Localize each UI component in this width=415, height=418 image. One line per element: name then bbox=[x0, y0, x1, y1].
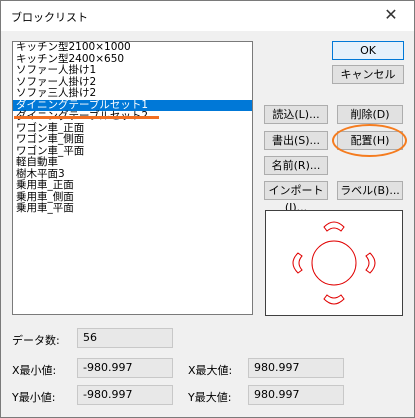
delete-button[interactable]: 削除(D) bbox=[337, 105, 403, 124]
write-button[interactable]: 書出(S)... bbox=[264, 131, 328, 150]
ymax-field: 980.997 bbox=[248, 385, 344, 405]
ok-button[interactable]: OK bbox=[332, 41, 404, 60]
dialog-title: ブロックリスト bbox=[11, 11, 88, 24]
list-item[interactable]: 乗用車_正面 bbox=[13, 179, 252, 192]
xmin-label: X最小値: bbox=[12, 364, 57, 377]
xmax-field: 980.997 bbox=[248, 358, 344, 378]
count-label: データ数: bbox=[12, 334, 60, 347]
count-field: 56 bbox=[77, 328, 173, 348]
title-bar: ブロックリスト ✕ bbox=[1, 1, 414, 31]
annotation-underline bbox=[14, 116, 159, 119]
rename-button[interactable]: 名前(R)... bbox=[264, 156, 328, 175]
ymin-field: -980.997 bbox=[77, 385, 173, 405]
xmin-field: -980.997 bbox=[77, 358, 173, 378]
xmax-label: X最大値: bbox=[188, 364, 233, 377]
close-icon[interactable]: ✕ bbox=[382, 6, 400, 24]
annotation-circle bbox=[332, 124, 407, 157]
block-list[interactable]: キッチン型2100×1000 キッチン型2400×650 ソファー人掛け1 ソファー人… bbox=[12, 41, 253, 315]
ymin-label: Y最小値: bbox=[12, 391, 56, 404]
cancel-button[interactable]: キャンセル bbox=[332, 65, 404, 84]
import-button[interactable]: インポート(I)... bbox=[264, 181, 328, 214]
block-list-dialog: ブロックリスト ✕ キッチン型2100×1000 キッチン型2400×650 ソファ… bbox=[0, 0, 415, 418]
list-item[interactable]: 軽自動車 bbox=[13, 156, 252, 169]
list-item[interactable]: ソファー人掛け1 bbox=[13, 64, 252, 77]
list-item[interactable]: ソファ三人掛け2 bbox=[13, 87, 252, 100]
list-item[interactable]: キッチン型2100×1000 bbox=[13, 42, 252, 54]
dining-set-preview-icon bbox=[292, 221, 376, 305]
ymax-label: Y最大値: bbox=[188, 391, 232, 404]
block-preview bbox=[265, 210, 403, 316]
load-button[interactable]: 読込(L)... bbox=[264, 105, 328, 124]
label-button[interactable]: ラベル(B)... bbox=[337, 181, 403, 200]
list-item[interactable]: 乗用車_平面 bbox=[13, 202, 252, 215]
list-item[interactable]: ワゴン車_側面 bbox=[13, 133, 252, 146]
